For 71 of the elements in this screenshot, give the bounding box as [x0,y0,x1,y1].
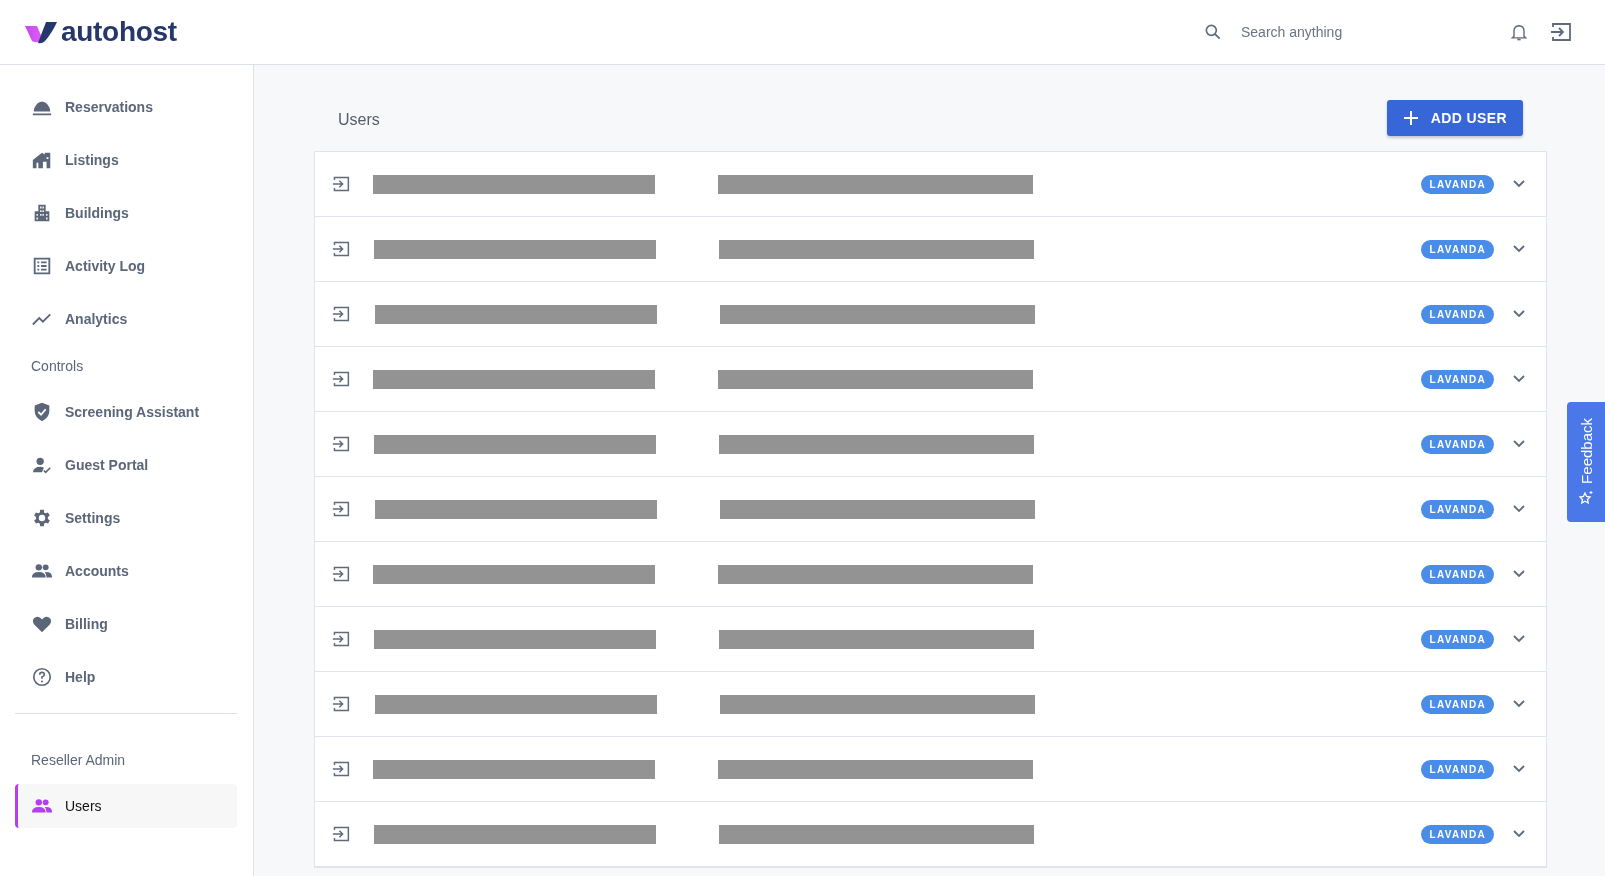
login-icon [331,240,351,258]
chevron-down-icon [1512,244,1526,254]
login-button[interactable] [331,565,351,583]
login-button[interactable] [331,630,351,648]
tag-badge: LAVANDA [1421,629,1494,649]
login-icon [331,630,351,648]
chevron-down-icon [1512,504,1526,514]
search-field[interactable]: Search anything [1239,23,1443,41]
login-button[interactable] [331,825,351,843]
tag-badge: LAVANDA [1421,174,1494,194]
login-icon [1549,21,1573,43]
login-icon [331,695,351,713]
tag-badge: LAVANDA [1421,759,1494,779]
login-icon [331,305,351,323]
plus-icon [1402,110,1419,126]
login-button[interactable] [331,695,351,713]
list-icon [31,255,53,277]
sidebar-item[interactable]: Billing [15,602,237,646]
chevron-down-icon [1512,374,1526,384]
chevron-down-icon [1512,634,1526,644]
sidebar-item[interactable]: Users [15,784,237,828]
tag-badge: LAVANDA [1421,369,1494,389]
login-button[interactable] [331,370,351,388]
tag-badge: LAVANDA [1421,499,1494,519]
settings-icon [31,507,53,529]
sidebar-item[interactable]: Help [15,655,237,699]
tag-badge: LAVANDA [1421,824,1494,844]
sidebar-item[interactable]: Analytics [15,297,237,341]
chevron-down-icon [1512,179,1526,189]
add-user-button[interactable]: ADD USER [1386,100,1523,136]
login-icon [331,175,351,193]
login-button[interactable] [331,435,351,453]
sidebar-item[interactable]: Accounts [15,549,237,593]
login-button[interactable] [331,305,351,323]
sidebar-item[interactable]: Reservations [15,85,237,129]
sidebar-item[interactable]: Activity Log [15,244,237,288]
feedback-button[interactable]: Feedback [1567,402,1605,522]
tag-badge: LAVANDA [1421,694,1494,714]
login-button[interactable] [331,240,351,258]
login-icon [331,760,351,778]
section-heading: Reseller Admin [30,751,127,770]
sidebar-item[interactable]: Screening Assistant [15,390,237,434]
login-icon [331,370,351,388]
login-button[interactable] [331,175,351,193]
sidebar-item[interactable]: Guest Portal [15,443,237,487]
section-heading: Controls [30,357,85,376]
login-icon [331,435,351,453]
tag-badge: LAVANDA [1421,304,1494,324]
tag-badge: LAVANDA [1421,239,1494,259]
sidebar-item[interactable]: Buildings [15,191,237,235]
sidebar-item[interactable]: Listings [15,138,237,182]
login-icon [331,825,351,843]
sidebar-item[interactable]: Settings [15,496,237,540]
search-icon [1203,22,1223,42]
chevron-down-icon [1512,764,1526,774]
tag-badge: LAVANDA [1421,564,1494,584]
chevron-down-icon [1512,569,1526,579]
chevron-down-icon [1512,309,1526,319]
login-icon [331,500,351,518]
star-icon [1578,489,1594,506]
chevron-down-icon [1512,829,1526,839]
login-icon [331,565,351,583]
chevron-down-icon [1512,439,1526,449]
tag-badge: LAVANDA [1421,434,1494,454]
chevron-down-icon [1512,699,1526,709]
page-title: Users [338,110,380,129]
login-button[interactable] [331,760,351,778]
logo-icon [24,19,58,45]
login-button[interactable] [331,500,351,518]
logo-text: autohost [61,16,177,48]
help-icon [31,666,53,688]
